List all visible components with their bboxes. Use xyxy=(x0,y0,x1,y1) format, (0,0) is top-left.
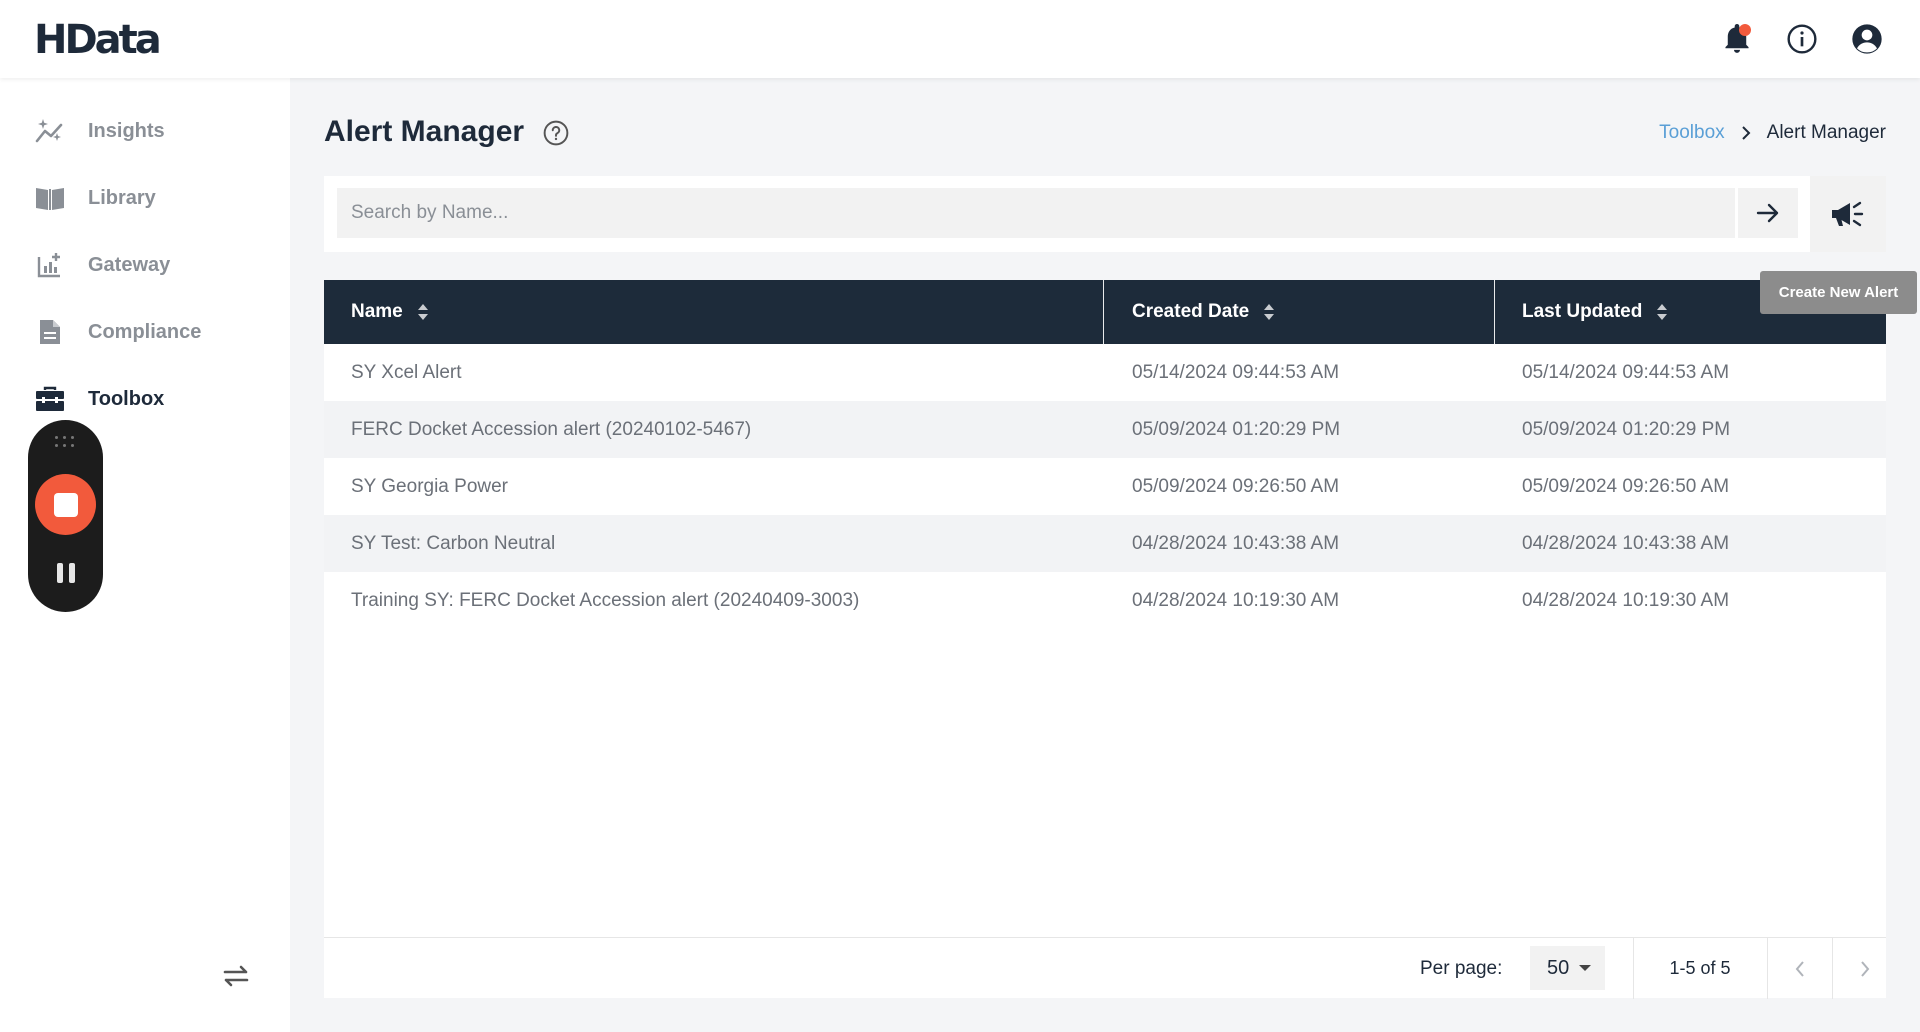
sidebar-item-label: Gateway xyxy=(88,253,171,276)
arrow-right-icon xyxy=(1756,203,1779,223)
create-alert-button[interactable] xyxy=(1810,176,1886,252)
chart-plus-icon xyxy=(34,249,66,281)
stop-icon xyxy=(53,492,78,517)
column-header-name[interactable]: Name xyxy=(351,280,429,344)
create-alert-tooltip: Create New Alert xyxy=(1760,271,1917,314)
pagination-footer: Per page: 50 1-5 of 5 xyxy=(324,937,1886,999)
table-row[interactable]: Training SY: FERC Docket Accession alert… xyxy=(324,572,1886,629)
sort-icon xyxy=(1264,304,1275,320)
table-row[interactable]: FERC Docket Accession alert (20240102-54… xyxy=(324,401,1886,458)
per-page-label: Per page: xyxy=(1420,957,1503,979)
info-icon[interactable] xyxy=(1785,22,1819,56)
cell-last-updated: 04/28/2024 10:19:30 AM xyxy=(1522,589,1730,611)
hdata-logo[interactable]: HData xyxy=(34,20,162,60)
table-row[interactable]: SY Xcel Alert 05/14/2024 09:44:53 AM 05/… xyxy=(324,344,1886,401)
page-title: Alert Manager xyxy=(324,115,525,148)
sidebar-item-label: Compliance xyxy=(88,320,202,343)
per-page-select[interactable]: 50 xyxy=(1530,946,1605,990)
table-header: Name Created Date Last Updated xyxy=(324,280,1886,344)
breadcrumb: Toolbox Alert Manager xyxy=(1659,121,1886,145)
sort-icon xyxy=(417,304,428,320)
alerts-table: Name Created Date Last Updated SY Xcel A… xyxy=(324,280,1886,999)
page-range: 1-5 of 5 xyxy=(1669,958,1731,978)
help-icon[interactable] xyxy=(543,120,569,146)
notification-dot xyxy=(1739,24,1751,36)
cell-created-date: 05/09/2024 01:20:29 PM xyxy=(1132,418,1341,440)
sidebar-item-label: Toolbox xyxy=(88,387,165,410)
cell-name: SY Xcel Alert xyxy=(351,361,462,383)
sidebar-item-toolbox[interactable]: Toolbox xyxy=(34,379,274,419)
caret-down-icon xyxy=(1579,965,1591,971)
document-icon xyxy=(34,316,66,348)
previous-page-button[interactable] xyxy=(1768,938,1832,999)
sparkle-chart-icon xyxy=(34,115,66,147)
cell-last-updated: 05/14/2024 09:44:53 AM xyxy=(1522,361,1730,383)
recorder-widget[interactable] xyxy=(28,420,103,612)
sidebar-item-insights[interactable]: Insights xyxy=(34,111,274,151)
column-header-last-updated[interactable]: Last Updated xyxy=(1522,280,1668,344)
search-submit-button[interactable] xyxy=(1738,188,1798,238)
search-input[interactable] xyxy=(337,188,1735,238)
cell-last-updated: 05/09/2024 01:20:29 PM xyxy=(1522,418,1731,440)
sidebar-item-label: Library xyxy=(88,186,156,209)
chevron-left-icon xyxy=(1795,960,1804,977)
chevron-right-icon xyxy=(1741,126,1751,140)
cell-name: SY Test: Carbon Neutral xyxy=(351,532,556,554)
cell-name: Training SY: FERC Docket Accession alert… xyxy=(351,589,860,611)
cell-created-date: 04/28/2024 10:19:30 AM xyxy=(1132,589,1340,611)
cell-created-date: 04/28/2024 10:43:38 AM xyxy=(1132,532,1340,554)
table-row[interactable]: SY Georgia Power 05/09/2024 09:26:50 AM … xyxy=(324,458,1886,515)
cell-name: SY Georgia Power xyxy=(351,475,509,497)
sidebar-item-gateway[interactable]: Gateway xyxy=(34,245,274,285)
swap-arrows-icon[interactable] xyxy=(218,958,254,994)
chevron-right-icon xyxy=(1861,960,1870,977)
megaphone-icon xyxy=(1832,201,1864,227)
cell-name: FERC Docket Accession alert (20240102-54… xyxy=(351,418,752,440)
drag-handle-icon[interactable] xyxy=(55,436,75,448)
breadcrumb-link-toolbox[interactable]: Toolbox xyxy=(1659,121,1725,145)
table-row[interactable]: SY Test: Carbon Neutral 04/28/2024 10:43… xyxy=(324,515,1886,572)
next-page-button[interactable] xyxy=(1833,938,1897,999)
cell-last-updated: 05/09/2024 09:26:50 AM xyxy=(1522,475,1730,497)
breadcrumb-current: Alert Manager xyxy=(1766,122,1886,143)
account-icon[interactable] xyxy=(1850,22,1884,56)
cell-created-date: 05/09/2024 09:26:50 AM xyxy=(1132,475,1340,497)
cell-created-date: 05/14/2024 09:44:53 AM xyxy=(1132,361,1340,383)
stop-recording-button[interactable] xyxy=(35,474,96,535)
top-header: HData xyxy=(0,0,1920,78)
bell-icon[interactable] xyxy=(1720,22,1754,56)
sidebar-item-label: Insights xyxy=(88,119,165,142)
sidebar-item-library[interactable]: Library xyxy=(34,178,274,218)
pause-icon[interactable] xyxy=(52,560,80,586)
column-header-created-date[interactable]: Created Date xyxy=(1132,280,1275,344)
search-panel xyxy=(324,176,1886,252)
sort-icon xyxy=(1657,304,1668,320)
toolbox-icon xyxy=(34,383,66,415)
per-page-value: 50 xyxy=(1547,956,1570,979)
book-icon xyxy=(34,182,66,214)
sidebar-item-compliance[interactable]: Compliance xyxy=(34,312,274,352)
cell-last-updated: 04/28/2024 10:43:38 AM xyxy=(1522,532,1730,554)
